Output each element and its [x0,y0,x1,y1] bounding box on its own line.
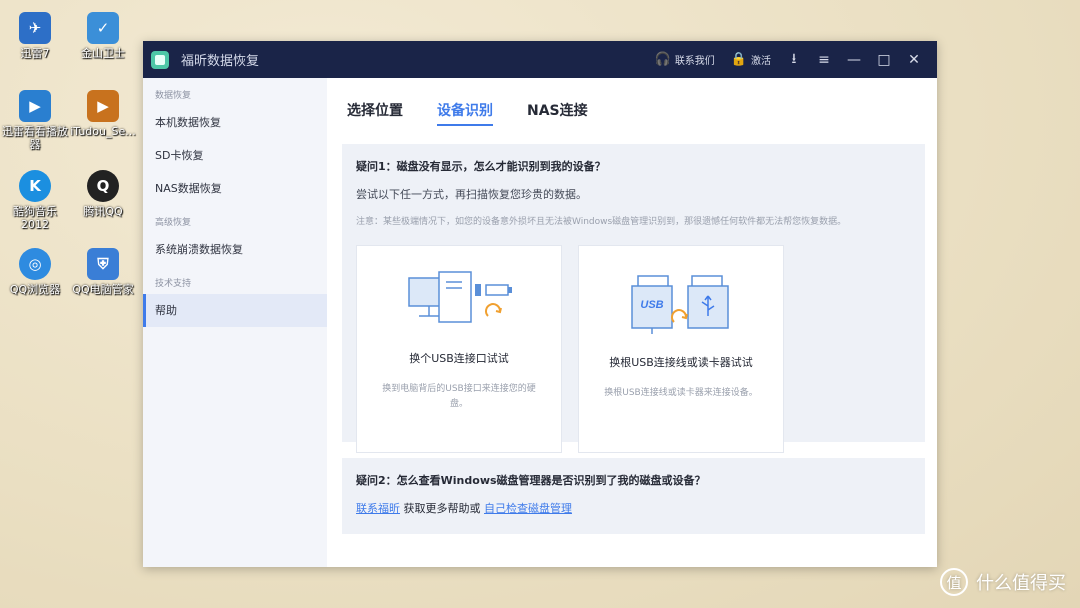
headset-icon: 🎧 [654,52,671,67]
sidebar-item-local[interactable]: 本机数据恢复 [143,106,327,139]
desktop-icon-label: iTudou_Se... [70,125,136,138]
menu-icon[interactable]: ≡ [809,52,839,68]
activate-button[interactable]: 🔒 激活 [731,52,771,67]
faq1-note: 注意：某些极端情况下，如您的设备意外损坏且无法被Windows磁盘管理识别到，那… [356,217,847,227]
sidebar-section-advanced: 高级恢复 [155,218,192,228]
sidebar-item-sd[interactable]: SD卡恢复 [143,139,327,172]
jinshan-shield-icon: ✓ [87,12,119,44]
sidebar-section-support: 技术支持 [155,279,192,289]
smzdm-logo-icon: 值 [940,568,968,596]
itudou-icon: ▶ [87,90,119,122]
faq1-panel: 疑问1：磁盘没有显示，怎么才能识别到我的设备？ 尝试以下任一方式，再扫描恢复您珍… [342,144,925,453]
xunlei-icon: ✈ [19,12,51,44]
desktop-icon-label: 迅雷7 [20,47,50,60]
computer-usb-icon [408,271,512,323]
faq2-panel: 疑问2：怎么查看Windows磁盘管理器是否识别到了我的磁盘或设备？ 联系福昕 … [342,458,925,534]
faq2-title: 疑问2：怎么查看Windows磁盘管理器是否识别到了我的磁盘或设备？ [356,474,706,487]
watermark-text: 什么值得买 [976,573,1066,594]
tab-bar: 选择位置 设备识别 NAS连接 [342,78,925,134]
contact-us-label: 联系我们 [674,56,715,67]
sidebar: 数据恢复 本机数据恢复 SD卡恢复 NAS数据恢复 高级恢复 系统崩溃数据恢复 … [143,78,327,567]
usb-port-card: 换个USB连接口试试 换到电脑背后的USB接口来连接您的硬盘。 [356,245,562,453]
player-icon: ▶ [19,90,51,122]
desktop-icon-qq-manager[interactable]: ⛨ QQ电脑管家 [68,248,138,296]
sidebar-item-help[interactable]: 帮助 [143,294,327,327]
contact-foxit-link[interactable]: 联系福昕 [356,502,400,515]
app-title: 福昕数据恢复 [181,54,260,69]
download-icon[interactable]: ⭳ [779,48,809,72]
check-disk-management-link[interactable]: 自己检查磁盘管理 [484,502,572,515]
sidebar-item-crash[interactable]: 系统崩溃数据恢复 [143,233,327,266]
app-logo-icon [151,50,169,69]
sidebar-section-recovery: 数据恢复 [155,91,192,101]
desktop-icon-label: 迅雷看看播放器 [2,125,68,151]
desktop-icon-jinshan[interactable]: ✓ 金山卫士 [68,12,138,60]
title-bar: 福昕数据恢复 🎧 联系我们 🔒 激活 ⭳ ≡ — □ ✕ [143,41,937,78]
main-content: 选择位置 设备识别 NAS连接 疑问1：磁盘没有显示，怎么才能识别到我的设备？ … [327,78,937,567]
desktop-icon-kugou[interactable]: K 酷狗音乐2012 [0,170,70,231]
usb-cable-icon: USB [631,275,729,334]
tab-select-location[interactable]: 选择位置 [347,100,403,124]
maximize-icon[interactable]: □ [869,52,899,68]
usb-port-card-title: 换个USB连接口试试 [409,352,509,365]
sidebar-item-nas[interactable]: NAS数据恢复 [143,172,327,205]
desktop-icon-label: 酷狗音乐2012 [13,205,57,231]
lock-icon: 🔒 [730,52,747,67]
qq-penguin-icon: Q [87,170,119,202]
usb-cable-card-title: 换根USB连接线或读卡器试试 [609,356,753,369]
desktop-icon-label: QQ电脑管家 [72,283,134,296]
usb-text: USB [640,299,663,311]
faq2-links: 联系福昕 获取更多帮助或 自己检查磁盘管理 [356,500,911,516]
desktop-icon-label: 金山卫士 [81,47,125,60]
close-icon[interactable]: ✕ [899,52,929,68]
faq1-title: 疑问1：磁盘没有显示，怎么才能识别到我的设备？ [356,160,606,173]
usb-port-card-desc: 换到电脑背后的USB接口来连接您的硬盘。 [382,384,536,409]
contact-us-button[interactable]: 🎧 联系我们 [655,52,715,67]
usb-cable-card-desc: 换根USB连接线或读卡器来连接设备。 [604,388,758,398]
desktop-icon-xunlei[interactable]: ✈ 迅雷7 [0,12,70,60]
desktop-icon-itudou[interactable]: ▶ iTudou_Se... [68,90,138,138]
desktop-icon-xunlei-player[interactable]: ▶ 迅雷看看播放器 [0,90,70,151]
desktop-icon-qq[interactable]: Q 腾讯QQ [68,170,138,218]
faq1-subtitle: 尝试以下任一方式，再扫描恢复您珍贵的数据。 [356,188,587,201]
desktop-icon-qq-browser[interactable]: ◎ QQ浏览器 [0,248,70,296]
minimize-icon[interactable]: — [839,52,869,68]
usb-cable-card: USB 换根USB连接线或读卡器试试 换根USB连接线或读卡器来连接设备。 [578,245,784,453]
watermark: 值 什么值得买 [940,568,1066,596]
tab-nas-connect[interactable]: NAS连接 [527,100,588,124]
activate-label: 激活 [751,56,771,67]
app-window: 福昕数据恢复 🎧 联系我们 🔒 激活 ⭳ ≡ — □ ✕ 数据恢复 本机数据恢复… [143,41,937,567]
qq-browser-icon: ◎ [19,248,51,280]
kugou-icon: K [19,170,51,202]
faq2-middle-text: 获取更多帮助或 [403,502,481,515]
qq-manager-icon: ⛨ [87,248,119,280]
desktop-icon-label: QQ浏览器 [9,283,61,296]
desktop-icon-label: 腾讯QQ [83,205,123,218]
tab-device-recognition[interactable]: 设备识别 [437,100,493,126]
